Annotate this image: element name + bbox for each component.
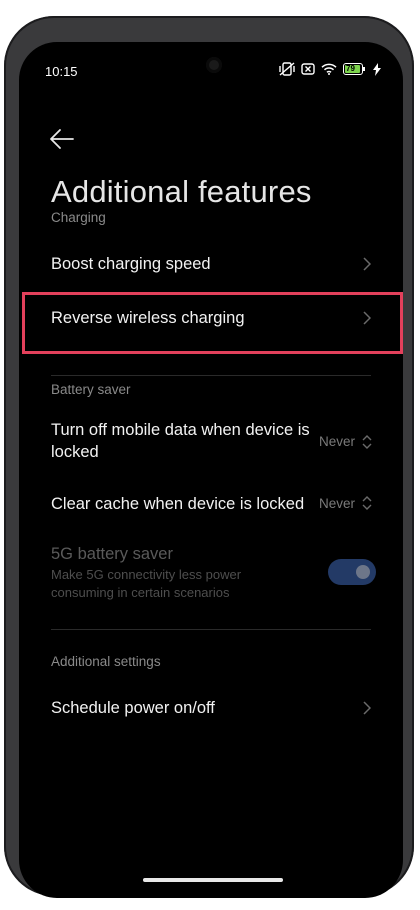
wifi-icon	[321, 63, 337, 75]
5g-battery-saver-toggle[interactable]	[328, 559, 376, 585]
battery-icon: 79	[343, 63, 367, 75]
clear-cache-lock-value: Never	[318, 496, 355, 511]
divider	[51, 375, 371, 376]
status-icons: 79	[279, 62, 381, 76]
5g-battery-saver-title: 5G battery saver	[51, 545, 173, 563]
section-label-additional-settings: Additional settings	[51, 654, 161, 669]
status-bar: 10:15 79	[19, 42, 403, 82]
arrow-left-icon	[49, 129, 75, 154]
status-time: 10:15	[45, 64, 78, 79]
chevron-right-icon	[363, 701, 372, 720]
boost-charging-speed-label: Boost charging speed	[51, 255, 211, 273]
screen: 10:15 79 Additional features Charging Bo…	[19, 42, 403, 898]
clear-cache-lock-label: Clear cache when device is locked	[51, 495, 305, 513]
schedule-power-label: Schedule power on/off	[51, 699, 215, 717]
phone-frame: 10:15 79 Additional features Charging Bo…	[4, 16, 414, 898]
5g-battery-saver-subtitle: Make 5G connectivity less power consumin…	[51, 567, 242, 600]
section-label-charging: Charging	[51, 210, 106, 225]
front-camera	[206, 57, 222, 73]
chevron-up-down-icon	[362, 434, 372, 455]
battery-level: 79	[346, 64, 355, 73]
page-title: Additional features	[51, 174, 312, 209]
mobile-data-lock-row[interactable]: Turn off mobile data when device is lock…	[37, 414, 385, 470]
home-indicator[interactable]	[143, 878, 283, 882]
no-sim-icon	[301, 63, 315, 75]
charging-bolt-icon	[373, 62, 381, 76]
vibrate-off-icon	[279, 62, 295, 76]
boost-charging-speed-row[interactable]: Boost charging speed	[37, 245, 385, 285]
section-label-battery-saver: Battery saver	[51, 382, 131, 397]
toggle-knob	[356, 565, 370, 579]
divider	[51, 629, 371, 630]
mobile-data-lock-value: Never	[318, 434, 355, 449]
mobile-data-lock-label: Turn off mobile data when device is lock…	[51, 421, 310, 461]
schedule-power-row[interactable]: Schedule power on/off	[37, 690, 385, 730]
highlight-box	[22, 292, 403, 354]
clear-cache-lock-row[interactable]: Clear cache when device is locked Never	[37, 486, 385, 522]
back-button[interactable]	[49, 128, 75, 150]
chevron-up-down-icon	[362, 495, 372, 516]
chevron-right-icon	[363, 257, 372, 276]
